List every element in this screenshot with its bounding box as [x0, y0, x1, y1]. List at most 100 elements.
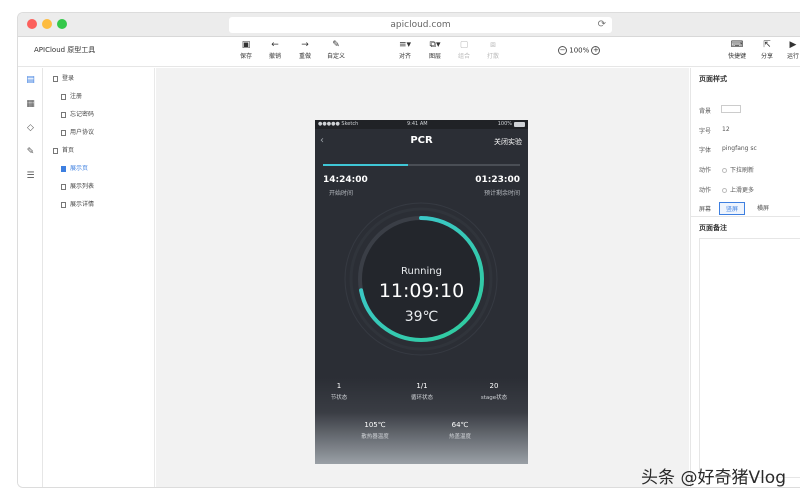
page-tree: 登录 注册 忘记密码 用户协议 首页 展示页 展示列表 展示详情: [43, 68, 155, 487]
stat-lid-temp: 64℃ 热盖温度: [430, 421, 490, 440]
group-button[interactable]: ▢ 组合: [449, 40, 479, 60]
tree-label: 首页: [62, 147, 75, 154]
browser-window: apicloud.com ⟳ APICloud 原型工具 ▣ 保存 ← 撤销 →…: [17, 12, 800, 488]
save-icon: ▣: [241, 40, 251, 50]
phone-mockup[interactable]: ●●●●● Sketch 9:41 AM 100% ‹ PCR 关闭实验 14:…: [315, 120, 528, 464]
zoom-out-icon[interactable]: −: [558, 46, 567, 55]
tree-folder-login[interactable]: 登录: [53, 73, 74, 82]
align-button[interactable]: ≡▾ 对齐: [390, 40, 420, 60]
redo-button[interactable]: → 重做: [290, 40, 320, 60]
tree-item-register[interactable]: 注册: [61, 91, 82, 100]
layer-button[interactable]: ⧉▾ 图层: [420, 40, 450, 60]
tree-item-show-page[interactable]: 展示页: [61, 163, 88, 172]
share-label: 分享: [760, 53, 773, 60]
left-icon-bar: ▤ ▦ ◇ ✎ ☰: [18, 68, 43, 487]
portrait-toggle[interactable]: 竖屏: [719, 202, 746, 215]
watermark: 头条 @好奇猪Vlog: [641, 468, 786, 488]
maximize-window-button[interactable]: [57, 19, 67, 29]
tree-label: 用户协议: [70, 129, 95, 136]
current-temperature: 39℃: [404, 309, 439, 325]
landscape-toggle[interactable]: 横屏: [751, 202, 775, 213]
undo-button[interactable]: ← 撤销: [260, 40, 290, 60]
remaining-time-label: 预计剩余时间: [483, 190, 520, 197]
tree-label: 注册: [70, 93, 83, 100]
app-toolbar: APICloud 原型工具 ▣ 保存 ← 撤销 → 重做 ✎ 自定义 ≡▾ 对齐: [18, 37, 800, 67]
shortcut-label: 快捷键: [727, 53, 746, 60]
page-notes-textarea[interactable]: [699, 238, 800, 478]
close-window-button[interactable]: [27, 19, 37, 29]
reload-icon[interactable]: ⟳: [598, 17, 606, 33]
ungroup-button[interactable]: ⧈ 打散: [478, 40, 508, 60]
battery-icon: [514, 122, 525, 127]
file-icon: [61, 183, 66, 190]
tree-item-show-list[interactable]: 展示列表: [61, 181, 94, 190]
stat-value: 1: [336, 382, 342, 390]
tag-icon[interactable]: ◇: [24, 122, 37, 135]
panel-divider: [691, 216, 800, 217]
redo-label: 重做: [298, 53, 311, 60]
tree-folder-home[interactable]: 首页: [53, 145, 74, 154]
file-icon: [61, 111, 66, 118]
pages-icon[interactable]: ▤: [24, 74, 37, 87]
run-status: Running: [401, 266, 442, 277]
stat-label: 循环状态: [410, 395, 433, 401]
radio-icon: [722, 168, 727, 173]
carrier-text: ●●●●● Sketch: [318, 121, 359, 127]
clock-text: 9:41 AM: [407, 121, 428, 127]
folder-icon: [53, 147, 58, 154]
stat-label: 节状态: [330, 395, 348, 401]
minimize-window-button[interactable]: [42, 19, 52, 29]
font-label: 字体: [699, 147, 712, 154]
progress-ring: [344, 202, 498, 356]
design-canvas[interactable]: ●●●●● Sketch 9:41 AM 100% ‹ PCR 关闭实验 14:…: [156, 68, 689, 487]
layout-icon[interactable]: ▦: [24, 98, 37, 111]
group-icon: ▢: [459, 40, 469, 50]
stat-value: 105℃: [364, 421, 386, 429]
battery-text: 100%: [497, 121, 512, 127]
phone-stats-area: 1 节状态 1/1 循环状态 20 stage状态 105℃ 散热器温度 64℃…: [315, 378, 528, 464]
progress-fill: [323, 164, 408, 166]
screen: apicloud.com ⟳ APICloud 原型工具 ▣ 保存 ← 撤销 →…: [0, 0, 800, 500]
shortcut-button[interactable]: ⌨ 快捷键: [722, 40, 752, 60]
save-button[interactable]: ▣ 保存: [231, 40, 261, 60]
stat-stage: 20 stage状态: [464, 382, 524, 401]
browser-titlebar: apicloud.com ⟳: [18, 13, 800, 37]
stat-value: 64℃: [451, 421, 469, 429]
tree-item-forgot-password[interactable]: 忘记密码: [61, 109, 94, 118]
file-icon: [61, 201, 66, 208]
pull-refresh-option[interactable]: 下拉刷新: [722, 165, 754, 174]
run-label: 运行: [786, 53, 799, 60]
layer-label: 图层: [428, 53, 441, 60]
edit-box-icon[interactable]: ✎: [24, 146, 37, 159]
close-experiment-button[interactable]: 关闭实验: [494, 137, 522, 147]
zoom-in-icon[interactable]: +: [591, 46, 601, 55]
stat-label: 热盖温度: [448, 434, 471, 440]
address-bar[interactable]: apicloud.com ⟳: [229, 17, 612, 33]
font-size-value[interactable]: 12: [722, 126, 730, 133]
stat-cycle: 1/1 循环状态: [392, 382, 452, 401]
list-icon[interactable]: ☰: [24, 170, 37, 183]
background-color-swatch[interactable]: [721, 105, 741, 113]
load-more-option[interactable]: 上滑更多: [722, 185, 754, 194]
layer-icon: ⧉▾: [429, 40, 441, 50]
custom-label: 自定义: [326, 53, 345, 60]
action-label: 动作: [699, 167, 712, 174]
tree-item-show-detail[interactable]: 展示详情: [61, 199, 94, 208]
tree-label: 展示列表: [70, 183, 95, 190]
tree-label: 展示详情: [70, 201, 95, 208]
font-value[interactable]: pingfang sc: [722, 145, 757, 152]
stat-value: 1/1: [416, 382, 428, 390]
progress-bar: [323, 164, 520, 166]
run-button[interactable]: ▶ 运行: [778, 40, 800, 60]
custom-button[interactable]: ✎ 自定义: [321, 40, 351, 60]
tree-label: 忘记密码: [70, 111, 95, 118]
start-time-label: 开始时间: [329, 190, 354, 197]
phone-status-bar: ●●●●● Sketch 9:41 AM 100%: [315, 120, 528, 129]
keyboard-icon: ⌨: [730, 40, 744, 50]
elapsed-time: 11:09:10: [378, 280, 465, 302]
tree-item-user-agreement[interactable]: 用户协议: [61, 127, 94, 136]
radio-icon: [722, 188, 727, 193]
screen-label: 屏幕: [699, 206, 712, 213]
zoom-level: 100%: [569, 46, 590, 55]
arrow-right-icon: →: [301, 40, 309, 50]
